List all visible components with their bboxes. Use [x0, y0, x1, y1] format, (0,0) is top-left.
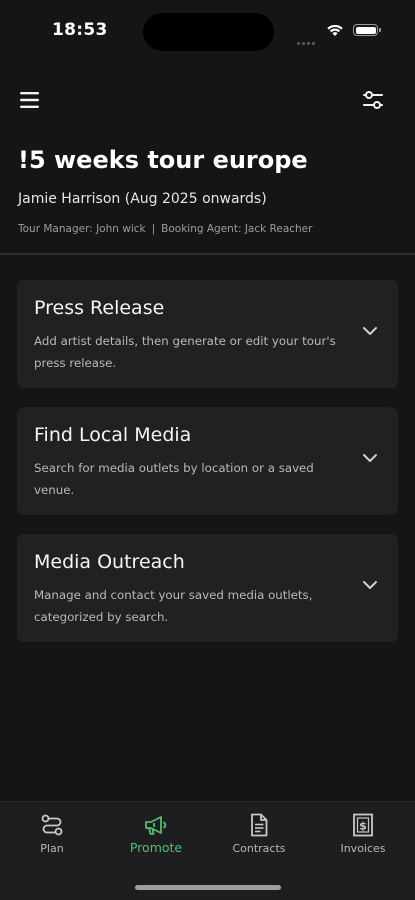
nav-label: Promote — [129, 840, 183, 855]
megaphone-icon — [145, 816, 167, 835]
tour-subtitle: Jamie Harrison (Aug 2025 onwards) — [18, 191, 267, 207]
status-bar: 18:53 — [0, 0, 415, 62]
nav-item-contracts[interactable]: Contracts — [207, 802, 311, 862]
find-local-media-card[interactable]: Find Local Media Search for media outlet… — [17, 407, 398, 515]
booking-agent-label: Booking Agent: Jack Reacher — [161, 223, 313, 235]
chevron-down-icon[interactable] — [362, 453, 378, 463]
nav-label: Plan — [40, 842, 64, 855]
tour-meta: Tour Manager: John wick | Booking Agent: J… — [18, 223, 312, 235]
menu-icon[interactable] — [19, 90, 41, 110]
media-outreach-card[interactable]: Media Outreach Manage and contact your s… — [17, 534, 398, 642]
press-release-card[interactable]: Press Release Add artist details, then g… — [17, 280, 398, 388]
filter-settings-icon[interactable] — [361, 88, 385, 112]
screen: 18:53 !5 weeks tour europe Jamie Harriso… — [0, 0, 415, 900]
tour-manager-label: Tour Manager: John wick — [18, 223, 146, 235]
card-description: Add artist details, then generate or edi… — [34, 334, 336, 370]
document-icon — [251, 813, 268, 837]
nav-item-promote[interactable]: Promote — [104, 802, 208, 862]
chevron-down-icon[interactable] — [362, 326, 378, 336]
nav-label: Invoices — [340, 842, 386, 855]
route-icon — [41, 814, 63, 836]
card-description: Manage and contact your saved media outl… — [34, 588, 313, 624]
status-time: 18:53 — [52, 20, 108, 40]
card-title: Media Outreach — [34, 551, 185, 573]
cellular-signal-icon — [297, 30, 317, 45]
nav-item-plan[interactable]: Plan — [0, 802, 104, 862]
card-title: Find Local Media — [34, 424, 192, 446]
card-description: Search for media outlets by location or … — [34, 461, 314, 497]
battery-icon — [353, 24, 378, 36]
meta-separator: | — [151, 223, 156, 235]
card-title: Press Release — [34, 297, 165, 319]
svg-text:$: $ — [359, 820, 367, 833]
dynamic-island — [143, 13, 274, 51]
nav-item-invoices[interactable]: $ Invoices — [311, 802, 415, 862]
wifi-icon — [327, 24, 343, 36]
battery-tip — [379, 28, 381, 32]
invoice-dollar-icon: $ — [353, 813, 373, 837]
home-indicator — [135, 885, 281, 890]
chevron-down-icon[interactable] — [362, 580, 378, 590]
nav-label: Contracts — [232, 842, 286, 855]
header-divider — [0, 253, 415, 255]
page-title: !5 weeks tour europe — [18, 146, 308, 174]
